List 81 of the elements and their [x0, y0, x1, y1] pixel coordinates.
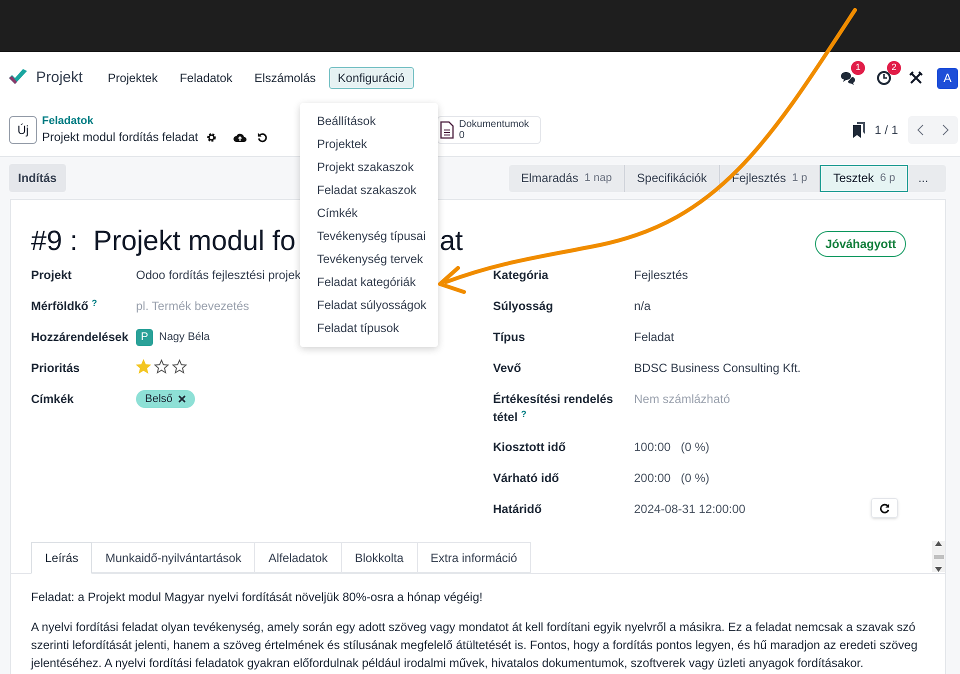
dropdown-item[interactable]: Címkék	[300, 202, 438, 225]
breadcrumb-link[interactable]: Feladatok	[42, 114, 94, 128]
field-value: Fejlesztés	[634, 267, 688, 284]
document-icon	[440, 121, 454, 139]
field-label: Mérföldkő $^{?}$	[31, 297, 98, 315]
field-label: Prioritás	[31, 360, 81, 377]
dropdown-item[interactable]: Feladat súlyosságok	[300, 294, 438, 317]
chevron-right-icon	[942, 124, 949, 136]
dropdown-item[interactable]: Projektek	[300, 133, 438, 156]
notification-badge: 1	[851, 61, 865, 75]
app-logo-icon[interactable]	[8, 69, 28, 87]
percentage: (0 %)	[680, 470, 710, 487]
scroll-up-icon[interactable]	[935, 541, 942, 546]
refresh-icon	[879, 502, 890, 514]
tab[interactable]: Leírás	[31, 542, 92, 574]
record-name: Projekt modul fordítás feladat	[42, 129, 198, 146]
app-name: Projekt	[36, 68, 83, 88]
dropdown-item[interactable]: Tevékenység típusai	[300, 225, 438, 248]
stage-button[interactable]: Specifikációk	[624, 164, 720, 192]
tab[interactable]: Alfeladatok	[255, 542, 342, 573]
stage-button[interactable]: Tesztek 6 p	[820, 164, 908, 192]
tag: Belső	[136, 390, 195, 408]
more-stages-button[interactable]: ...	[908, 164, 938, 192]
notification-badge: 2	[887, 61, 901, 75]
stage-button[interactable]: Elmaradás 1 nap	[509, 164, 625, 192]
field-value: Feladat	[634, 329, 674, 346]
field-value: n/a	[634, 298, 651, 315]
field-label: Vevő	[493, 360, 522, 377]
field-label: Kiosztott idő	[493, 439, 567, 456]
date-value[interactable]: 2024-08-31 12:00:00	[634, 500, 746, 518]
close-icon[interactable]	[178, 395, 186, 403]
tab[interactable]: Extra információ	[418, 542, 532, 573]
field-label: Címkék	[31, 391, 75, 408]
field-label: Projekt	[31, 267, 73, 284]
user-avatar: P	[136, 328, 153, 346]
new-button[interactable]: Új	[9, 116, 37, 144]
field-label: Határidő	[493, 501, 543, 518]
paragraph: Feladat: a Projekt modul Magyar nyelvi fordítását növeljük 80%-osra a hónap végéig!	[31, 589, 484, 606]
field-label: Súlyosság	[493, 298, 554, 315]
scroll-down-icon[interactable]	[935, 567, 942, 572]
tab[interactable]: Munkaidő-nyilvántartások	[92, 542, 256, 573]
undo-icon[interactable]	[257, 132, 268, 142]
settings-icon[interactable]	[206, 132, 218, 142]
field-value: 200:00	[634, 470, 671, 487]
scrollbar[interactable]	[932, 541, 945, 572]
paragraph: A nyelvi fordítási feladat olyan tevékenység, amely során egy adott szöveg vagy mondatot át kell fordítani egyik nyelvről a másikra. Ez a feladat nemcsak a szavak szó szerinti lefordítását jelenti, hanem a szöveg értelmének és stílusának megfelelő átültetését is. Fontos, hogy a fordítás pontos legyen, és hű maradjon az eredeti szöveg jelentéséhez. A nyelvi fordítási feladatok gyakran előfordulnak például irodalmi művek, hivatalos dokumentumok, szoftverek vagy üzleti anyagok fordításakor.	[31, 619, 918, 672]
field-label: Típus	[493, 329, 526, 346]
dropdown-item[interactable]: Feladat kategóriák	[300, 271, 438, 294]
record-title: at	[440, 224, 463, 258]
cloud-upload-icon[interactable]	[233, 132, 248, 142]
menu-item[interactable]: Projektek	[98, 67, 167, 89]
tab[interactable]: Blokkolta	[342, 542, 418, 573]
field-label: Értékesítési rendelés tétel $^{?}$	[493, 391, 614, 426]
star-icon[interactable]	[154, 359, 169, 374]
field-value: Odoo fordítás fejlesztési projek	[136, 267, 301, 284]
record-title: #9 : Projekt modul fo	[31, 224, 296, 258]
menu-item[interactable]: Konfiguráció	[328, 67, 414, 89]
chevron-left-icon	[917, 124, 924, 136]
menu-item[interactable]: Feladatok	[170, 67, 242, 89]
field-label: Kategória	[493, 267, 550, 284]
menu-item[interactable]: Elszámolás	[245, 67, 325, 89]
dropdown-item[interactable]: Feladat típusok	[300, 317, 438, 340]
pager-value: 1 / 1	[874, 122, 898, 139]
field-label: Várható idő	[493, 470, 560, 487]
documents-button[interactable]: Dokumentumok 0	[437, 116, 541, 144]
field-label: Hozzárendelések	[31, 329, 130, 346]
bookmark-icon[interactable]	[852, 122, 865, 138]
dropdown-item[interactable]: Feladat szakaszok	[300, 179, 438, 202]
field-value: 100:00	[634, 439, 671, 456]
percentage: (0 %)	[680, 439, 710, 456]
user-name[interactable]: Nagy Béla	[159, 328, 210, 346]
action-button[interactable]: Indítás	[9, 164, 66, 192]
dropdown-item[interactable]: Tevékenység tervek	[300, 248, 438, 271]
dropdown-item[interactable]: Beállítások	[300, 110, 438, 133]
user-avatar[interactable]: A	[937, 68, 958, 88]
dropdown-item[interactable]: Projekt szakaszok	[300, 156, 438, 179]
state-button[interactable]: Jóváhagyott	[815, 231, 906, 257]
tools-icon[interactable]	[909, 71, 923, 85]
field-value: BDSC Business Consulting Kft.	[634, 360, 801, 377]
refresh-button[interactable]	[871, 498, 898, 518]
star-icon[interactable]	[172, 359, 187, 374]
